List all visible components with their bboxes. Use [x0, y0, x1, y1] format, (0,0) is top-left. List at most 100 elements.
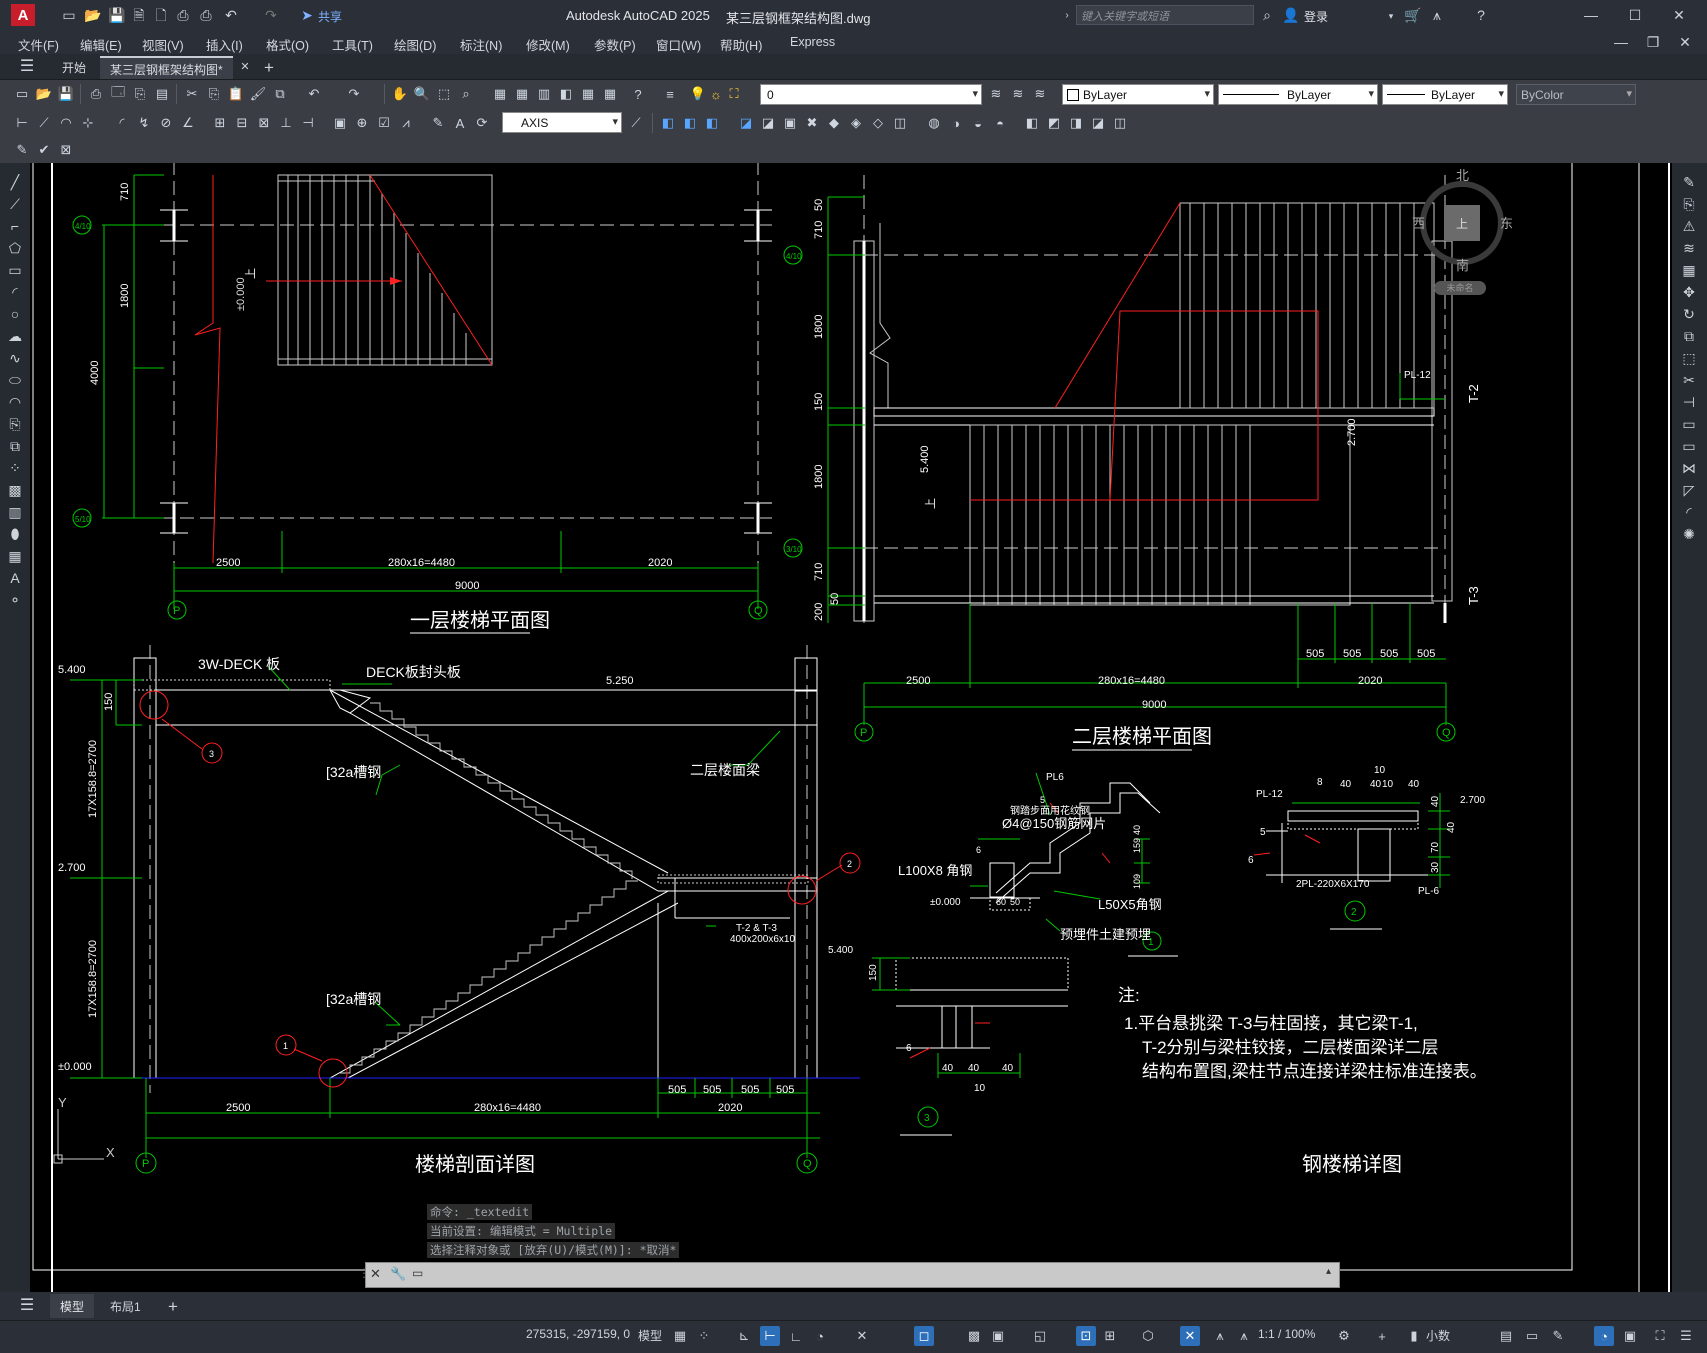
autodesk-a360-icon[interactable]: ⩚ — [1428, 6, 1446, 24]
dim-update-icon[interactable]: ⟳ — [472, 113, 492, 133]
hatch-icon[interactable]: ▩ — [6, 481, 24, 499]
layer-lock-icon[interactable]: ⛶ — [724, 84, 744, 104]
imprint-icon[interactable]: ◫ — [1110, 113, 1130, 133]
share-icon[interactable]: ➤ — [298, 6, 316, 24]
copy-object-icon[interactable]: ⎘ — [1680, 195, 1698, 213]
menu-file[interactable]: 文件(F) — [18, 35, 59, 54]
subtract-icon[interactable]: ◧ — [1022, 113, 1042, 133]
annotation-visibility-icon[interactable]: ⩚ — [1210, 1326, 1230, 1346]
layer-states-icon[interactable]: ≋ — [1030, 84, 1050, 104]
tab-document[interactable]: 某三层钢框架结构图* — [100, 56, 233, 79]
maximize-icon[interactable]: ☐ — [1626, 6, 1644, 24]
circle-icon[interactable]: ○ — [6, 305, 24, 323]
quick-properties-icon[interactable]: ▤ — [1496, 1326, 1516, 1346]
command-line[interactable]: ⋮ ✕ 🔧 ▭ ▴ — [358, 1262, 1340, 1288]
doc-close-icon[interactable]: ✕ — [1676, 33, 1694, 51]
fillet-icon[interactable]: ◜ — [1680, 503, 1698, 521]
selection-cycling-icon[interactable]: ◱ — [1030, 1326, 1050, 1346]
tab-close-icon[interactable]: ✕ — [236, 58, 254, 76]
sheet-set-icon[interactable]: ◧ — [556, 84, 576, 104]
break-icon[interactable]: ▭ — [1680, 437, 1698, 455]
annotation-scale[interactable]: 1:1 / 100% — [1258, 1327, 1315, 1341]
chevron-down-icon[interactable]: ▾ — [1382, 7, 1400, 25]
minimize-icon[interactable]: — — [1582, 6, 1600, 24]
region-icon[interactable]: ⬮ — [6, 525, 24, 543]
array-icon[interactable]: ▦ — [1680, 261, 1698, 279]
view-top-icon[interactable]: ◧ — [658, 113, 678, 133]
menu-insert[interactable]: 插入(I) — [206, 35, 243, 54]
make-current-layer-icon[interactable]: ≋ — [986, 84, 1006, 104]
table-icon[interactable]: ▦ — [6, 547, 24, 565]
angular-dim-icon[interactable]: ∠ — [178, 113, 198, 133]
solid-loft-icon[interactable]: ◒ — [968, 113, 988, 133]
app-logo[interactable]: A — [11, 4, 35, 26]
tab-layout1[interactable]: 布局1 — [100, 1294, 151, 1318]
make-block-icon[interactable]: ⧉ — [6, 437, 24, 455]
zoom-window-icon[interactable]: ⬚ — [434, 84, 454, 104]
slice-icon[interactable]: ◨ — [1066, 113, 1086, 133]
intersect-icon[interactable]: ◩ — [1044, 113, 1064, 133]
solid-torus-icon[interactable]: ◈ — [846, 113, 866, 133]
solid-box-icon[interactable]: ◪ — [736, 113, 756, 133]
viewcube-west[interactable]: 西 — [1412, 213, 1425, 232]
graphics-performance-icon[interactable]: ◔ — [1594, 1326, 1614, 1346]
extend-icon[interactable]: ⊣ — [1680, 393, 1698, 411]
undo-tb-icon[interactable]: ↶ — [304, 84, 324, 104]
coordinates-readout[interactable]: 275315, -297159, 0 — [526, 1327, 630, 1341]
pdf-icon[interactable]: ▤ — [152, 84, 172, 104]
mtext-icon[interactable]: A — [6, 569, 24, 587]
lineweight-dropdown[interactable]: ByLayer ▾ — [1382, 84, 1508, 105]
trim-icon[interactable]: ✂ — [1680, 371, 1698, 389]
offset-icon[interactable]: ≋ — [1680, 239, 1698, 257]
linetype-dropdown[interactable]: ByLayer ▾ — [1218, 84, 1378, 105]
units-icon[interactable]: ▮ — [1404, 1326, 1424, 1346]
move-icon[interactable]: ✥ — [1680, 283, 1698, 301]
baseline-dim-icon[interactable]: ⊟ — [232, 113, 252, 133]
edit-block-icon[interactable]: ✎ — [12, 140, 32, 160]
drawing-canvas[interactable]: 710 1800 4000 2500 280x16=4480 2020 9000… — [30, 163, 1672, 1292]
workspace-gear-icon[interactable]: ⚙ — [1334, 1326, 1354, 1346]
solid-cyl-icon[interactable]: ◆ — [824, 113, 844, 133]
gradient-icon[interactable]: ▥ — [6, 503, 24, 521]
paste-icon[interactable]: 📋 — [226, 84, 246, 104]
wcs-menu[interactable]: 未命名 — [1434, 281, 1486, 295]
add-layout-icon[interactable]: + — [164, 1297, 182, 1315]
view-bottom-icon[interactable]: ◧ — [680, 113, 700, 133]
color-dropdown[interactable]: ByLayer ▾ — [1062, 84, 1214, 105]
add-selected-icon[interactable]: ⚬ — [6, 591, 24, 609]
snap-icon[interactable]: ⁘ — [694, 1326, 714, 1346]
mirror-icon[interactable]: ⚠ — [1680, 217, 1698, 235]
transparency-icon[interactable]: ▣ — [988, 1326, 1008, 1346]
menu-format[interactable]: 格式(O) — [266, 35, 309, 54]
menu-parametric[interactable]: 参数(P) — [594, 35, 636, 54]
revcloud-icon[interactable]: ☁ — [6, 327, 24, 345]
dynamic-ucs-icon[interactable]: ⊞ — [1100, 1326, 1120, 1346]
join-icon[interactable]: ⋈ — [1680, 459, 1698, 477]
ellipse-arc-icon[interactable]: ◠ — [6, 393, 24, 411]
command-input[interactable] — [432, 1265, 1312, 1285]
layer-on-icon[interactable]: 💡 — [688, 84, 708, 104]
dim-break-icon[interactable]: ⊣ — [298, 113, 318, 133]
tool-palettes-icon[interactable]: ▥ — [534, 84, 554, 104]
copy-icon[interactable]: ⎘ — [204, 84, 224, 104]
dimstyle-dropdown[interactable]: AXIS ▾ — [502, 112, 622, 133]
close-icon[interactable]: ✕ — [1670, 6, 1688, 24]
dim-space-icon[interactable]: ⊥ — [276, 113, 296, 133]
grid-icon[interactable]: ▦ — [670, 1326, 690, 1346]
break-point-icon[interactable]: ▭ — [1680, 415, 1698, 433]
radius-dim-icon[interactable]: ◜ — [112, 113, 132, 133]
command-grip-icon[interactable]: ⋮ — [358, 1266, 370, 1280]
doc-minimize-icon[interactable]: — — [1612, 33, 1630, 51]
command-close-icon[interactable]: ✕ — [370, 1266, 381, 1282]
gizmo-icon[interactable]: ✕ — [1180, 1326, 1200, 1346]
customize-status-icon[interactable]: ☰ — [1676, 1326, 1696, 1346]
dim-edit-icon[interactable]: ✎ — [428, 113, 448, 133]
infer-icon[interactable]: ⊾ — [734, 1326, 754, 1346]
open-file-icon[interactable]: 📂 — [84, 6, 102, 24]
viewcube[interactable]: 上 北 南 东 西 未命名 — [1412, 168, 1513, 295]
solid-pyramid-icon[interactable]: ◇ — [868, 113, 888, 133]
erase-icon[interactable]: ✎ — [1680, 173, 1698, 191]
print-icon[interactable]: ⎙ — [197, 6, 215, 24]
thicken-icon[interactable]: ◪ — [1088, 113, 1108, 133]
new-file-icon[interactable]: ▭ — [60, 6, 78, 24]
